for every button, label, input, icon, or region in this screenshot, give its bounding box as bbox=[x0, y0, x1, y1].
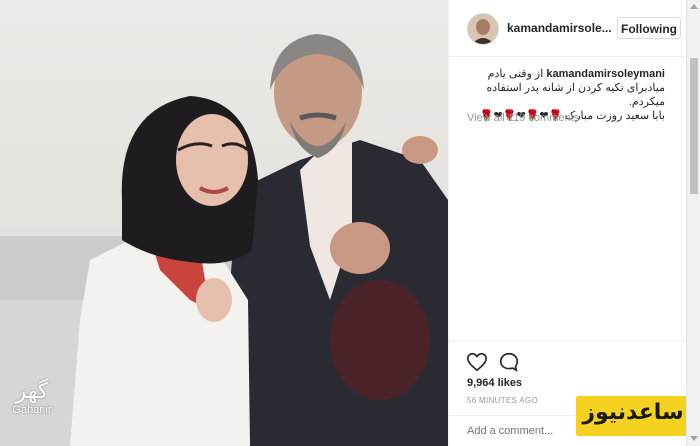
likes-count[interactable]: 9,964 likes bbox=[467, 377, 522, 389]
avatar-image bbox=[468, 14, 498, 44]
photo-illustration bbox=[0, 34, 448, 446]
following-button[interactable]: Following bbox=[617, 17, 681, 39]
page-scrollbar[interactable] bbox=[686, 0, 700, 446]
watermark-saednews-text: ساعدنیوز bbox=[582, 400, 684, 425]
watermark-gahar-site: Gahar.ir bbox=[12, 404, 52, 416]
heart-icon-glyph bbox=[467, 352, 487, 372]
scroll-up-arrow-icon[interactable] bbox=[690, 4, 698, 9]
watermark-saednews: ساعدنیوز bbox=[576, 396, 690, 436]
post-side-panel: kamandamirsole... Following kamandamirso… bbox=[448, 0, 687, 446]
avatar[interactable] bbox=[467, 13, 499, 45]
caption-username[interactable]: kamandamirsoleymani bbox=[546, 68, 665, 80]
caption-line-2: میادبرای تکیه کردن از شانه پدر استفاده م… bbox=[486, 82, 665, 108]
view-all-comments-link[interactable]: View all 119 comments bbox=[467, 112, 579, 124]
post-timestamp[interactable]: 56 MINUTES AGO bbox=[467, 396, 538, 405]
comment-bubble-icon-glyph bbox=[499, 352, 519, 372]
watermark-gahar: ﮔﻬﺮ Gahar.ir bbox=[2, 380, 62, 428]
scroll-down-arrow-icon[interactable] bbox=[690, 436, 698, 441]
post-header: kamandamirsole... Following bbox=[449, 0, 687, 57]
comment-input[interactable] bbox=[467, 425, 587, 437]
watermark-gahar-logo: ﮔﻬﺮ bbox=[15, 379, 49, 404]
heart-icon[interactable] bbox=[466, 351, 488, 373]
instagram-post-view: ﮔﻬﺮ Gahar.ir kamandamirsole... Following… bbox=[0, 0, 700, 446]
caption-text-1: از وقتی یادم bbox=[487, 68, 544, 80]
post-photo[interactable]: ﮔﻬﺮ Gahar.ir bbox=[0, 0, 448, 446]
comment-bubble-icon[interactable] bbox=[498, 351, 520, 373]
caption-line-1: kamandamirsoleymani از وقتی یادم bbox=[467, 67, 665, 81]
scrollbar-thumb[interactable] bbox=[690, 58, 698, 194]
post-username[interactable]: kamandamirsole... bbox=[507, 21, 612, 35]
